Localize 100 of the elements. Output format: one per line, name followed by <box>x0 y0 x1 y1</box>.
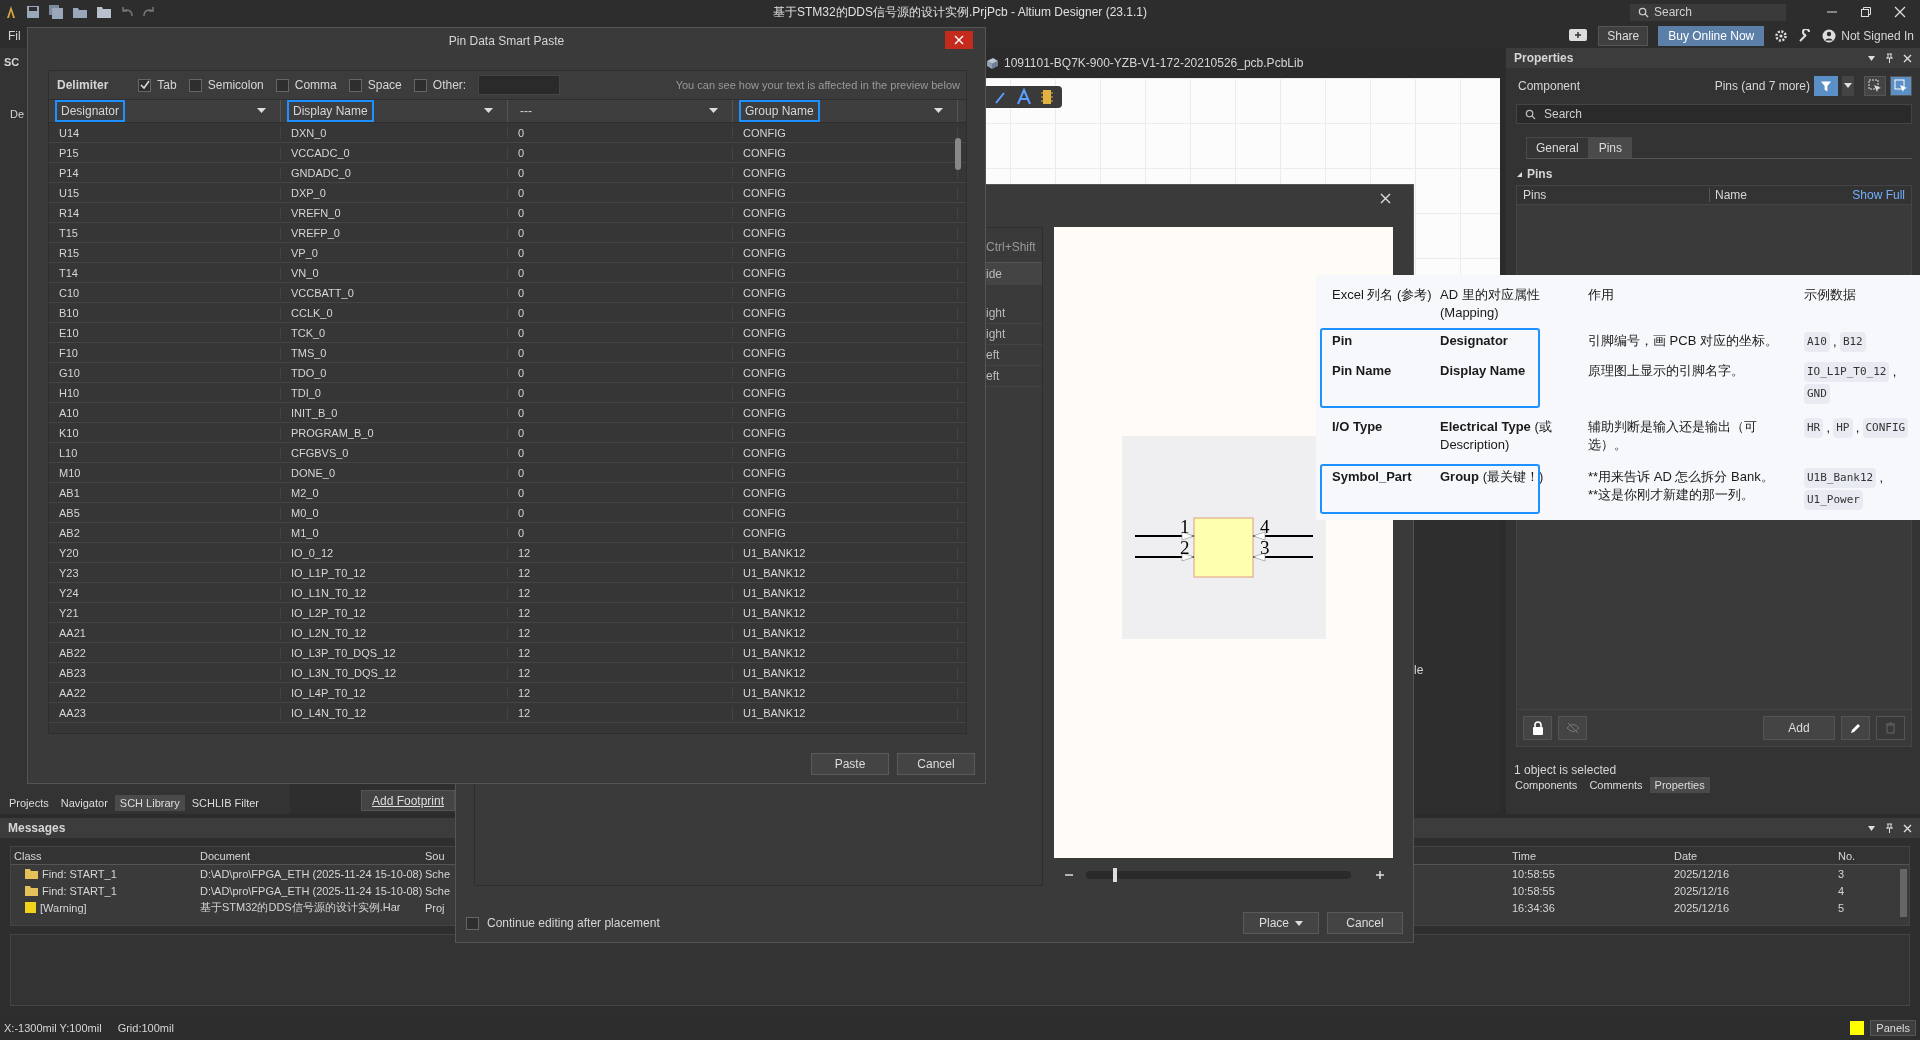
save-icon[interactable] <box>26 5 40 19</box>
undo-icon[interactable] <box>120 5 134 19</box>
chip-icon[interactable] <box>1040 89 1054 105</box>
add-button[interactable]: Add <box>1763 716 1835 740</box>
table-cell: R15 <box>49 246 281 259</box>
table-cell: TDI_0 <box>281 386 508 399</box>
place-button[interactable]: Place <box>1243 912 1319 934</box>
redo-icon[interactable] <box>142 5 156 19</box>
close-icon[interactable] <box>1903 823 1912 833</box>
table-cell-text: D:\AD\pro\FPGA_ETH (2025-11-24 15-10-08) <box>199 867 423 880</box>
column-mapping-dropdown[interactable]: Group Name <box>739 100 820 122</box>
cancel-button[interactable]: Cancel <box>1327 912 1403 934</box>
panel-tab[interactable]: SCH Library <box>114 795 185 811</box>
filter-dropdown[interactable] <box>1842 76 1854 96</box>
table-cell: CONFIG <box>733 486 958 499</box>
caret-icon <box>1844 83 1852 89</box>
lock-button[interactable] <box>1523 716 1552 740</box>
document-tab[interactable]: 1091101-BQ7K-900-YZB-V1-172-20210526_pcb.PcbLib <box>986 56 1304 70</box>
checkbox[interactable] <box>348 78 362 92</box>
settings-icon[interactable] <box>1774 29 1789 43</box>
table-cell: CONFIG <box>733 346 958 359</box>
table-cell: 0 <box>508 126 733 139</box>
search-field[interactable]: Search <box>1630 3 1786 21</box>
restore-icon[interactable] <box>1860 6 1872 18</box>
filter-button[interactable] <box>1814 76 1838 96</box>
folder-icon[interactable] <box>96 5 112 19</box>
table-cell: 12 <box>508 706 733 719</box>
table-cell: 12 <box>508 686 733 699</box>
table-cell: AB23 <box>49 666 281 679</box>
dropdown-icon[interactable] <box>1867 53 1876 63</box>
column-mapping-dropdown[interactable]: --- <box>514 100 538 122</box>
panel-tab[interactable]: Properties <box>1649 777 1710 793</box>
table-cell-text: Pin <box>1332 332 1354 350</box>
close-icon[interactable] <box>1380 193 1391 204</box>
caret-icon <box>1295 920 1303 926</box>
select-button[interactable] <box>1864 76 1886 96</box>
zoom-in-icon[interactable] <box>1375 870 1385 880</box>
checkbox[interactable] <box>138 78 152 92</box>
table-cell: IO_0_12 <box>281 546 508 559</box>
folder-icon[interactable] <box>72 5 88 19</box>
code-chip: HP <box>1833 418 1853 438</box>
column-header: Sou <box>424 849 445 862</box>
menu-item[interactable]: Fil <box>8 29 21 43</box>
account-menu[interactable]: Not Signed In <box>1841 29 1914 43</box>
search-field[interactable]: Search <box>1516 104 1912 124</box>
panel-title: Properties <box>1514 51 1574 65</box>
collapse-icon[interactable] <box>1516 170 1523 178</box>
view-tab[interactable]: Pins <box>1588 137 1633 158</box>
table-cell: CONFIG <box>733 186 958 199</box>
share-button[interactable]: Share <box>1598 26 1649 46</box>
table-cell: M0_0 <box>281 506 508 519</box>
panel-title: SC <box>4 56 20 68</box>
cancel-button[interactable]: Cancel <box>897 753 975 775</box>
chat-icon[interactable] <box>1568 28 1589 44</box>
table-cell: Find: START_1 <box>42 884 117 897</box>
add-footprint-button[interactable]: Add Footprint <box>361 790 455 811</box>
close-icon[interactable] <box>1903 53 1912 63</box>
slider-thumb[interactable] <box>1112 868 1117 882</box>
table-cell: 0 <box>508 286 733 299</box>
scrollbar[interactable] <box>1900 869 1907 917</box>
filter-icon <box>1820 79 1832 93</box>
checkbox[interactable] <box>188 78 202 92</box>
paste-button[interactable]: Paste <box>811 753 889 775</box>
table-cell: G10 <box>49 366 281 379</box>
column-header: Class <box>13 849 42 862</box>
table-cell: CONFIG <box>733 126 958 139</box>
edit-button[interactable] <box>1841 716 1870 740</box>
table-cell: U1_BANK12 <box>733 586 958 599</box>
close-button[interactable] <box>945 31 973 49</box>
table-cell-text: 引脚编号，画 PCB 对应的坐标。 <box>1588 332 1779 350</box>
table-cell: CCLK_0 <box>281 306 508 319</box>
table-cell: 12 <box>508 546 733 559</box>
pin-icon[interactable] <box>1885 823 1894 833</box>
panels-button[interactable]: Panels <box>1870 1020 1916 1036</box>
column-mapping-dropdown[interactable]: Display Name <box>287 100 374 122</box>
zoom-slider[interactable] <box>1086 871 1351 879</box>
table-cell: R14 <box>49 206 281 219</box>
input-field[interactable] <box>478 75 561 95</box>
dropdown-icon[interactable] <box>1867 823 1876 833</box>
code-chip: U1_Power <box>1804 490 1863 510</box>
checkbox[interactable] <box>466 916 479 930</box>
view-tab[interactable]: General <box>1526 137 1589 158</box>
column-mapping-dropdown[interactable]: Designator <box>55 100 126 122</box>
checkbox[interactable] <box>275 78 289 92</box>
table-cell: U1_BANK12 <box>733 626 958 639</box>
buy-button[interactable]: Buy Online Now <box>1658 26 1765 46</box>
close-icon[interactable] <box>1894 6 1906 18</box>
text-tool-icon[interactable] <box>1016 88 1032 106</box>
table-cell: Y23 <box>49 566 281 579</box>
checkbox[interactable] <box>413 78 427 92</box>
pin-icon[interactable] <box>1885 53 1894 63</box>
code-chip: A10 <box>1804 332 1830 352</box>
save-all-icon[interactable] <box>48 5 64 19</box>
table-cell: CONFIG <box>733 246 958 259</box>
select-button[interactable] <box>1890 76 1912 96</box>
show-full-link[interactable]: Show Full <box>1852 188 1905 202</box>
code-chip: U1B_Bank12 <box>1804 468 1877 488</box>
wrench-icon[interactable] <box>1798 29 1813 43</box>
search-icon <box>1638 6 1649 18</box>
table-cell: GNDADC_0 <box>281 166 508 179</box>
